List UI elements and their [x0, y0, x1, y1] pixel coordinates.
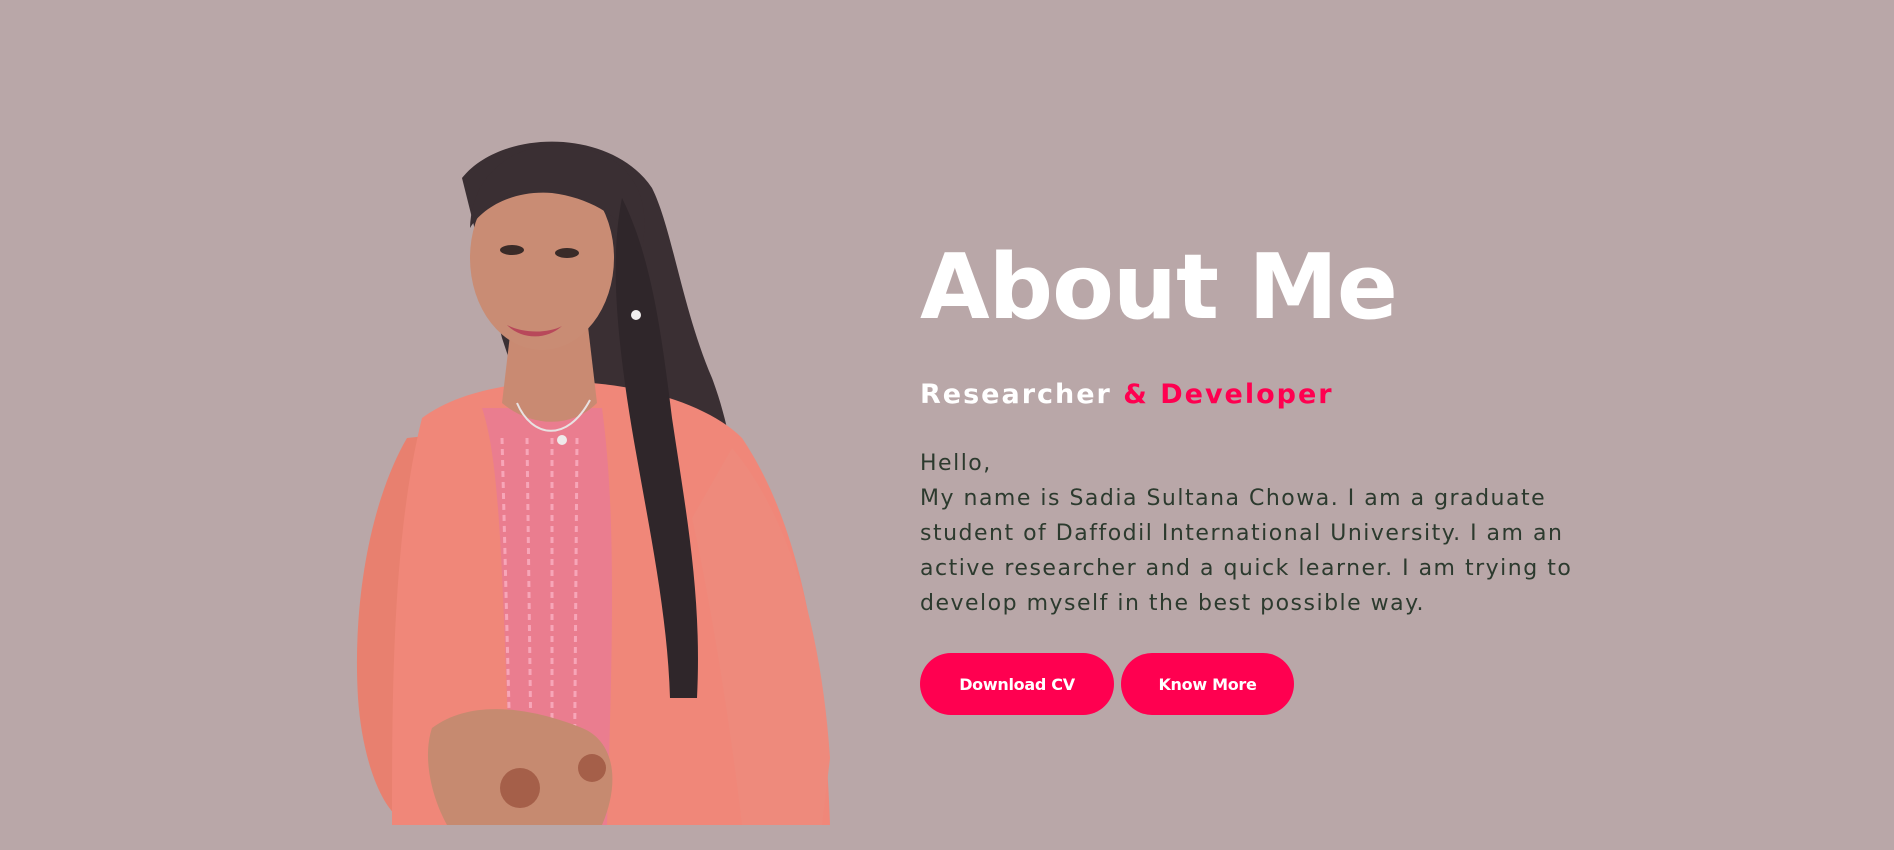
know-more-button[interactable]: Know More	[1121, 653, 1294, 715]
role-developer: & Developer	[1123, 379, 1334, 410]
download-cv-button[interactable]: Download CV	[920, 653, 1114, 715]
greeting: Hello,	[920, 451, 992, 476]
about-content: About Me Researcher & Developer Hello, M…	[920, 228, 1580, 715]
role-subtitle: Researcher & Developer	[920, 378, 1580, 412]
page-title: About Me	[920, 235, 1398, 340]
intro-text: Hello, My name is Sadia Sultana Chowa. I…	[920, 446, 1580, 621]
profile-photo	[352, 138, 832, 825]
action-buttons: Download CV Know More	[920, 653, 1580, 715]
role-researcher: Researcher	[920, 379, 1124, 410]
about-section: About Me Researcher & Developer Hello, M…	[0, 0, 1894, 850]
bio-paragraph: My name is Sadia Sultana Chowa. I am a g…	[920, 486, 1573, 616]
